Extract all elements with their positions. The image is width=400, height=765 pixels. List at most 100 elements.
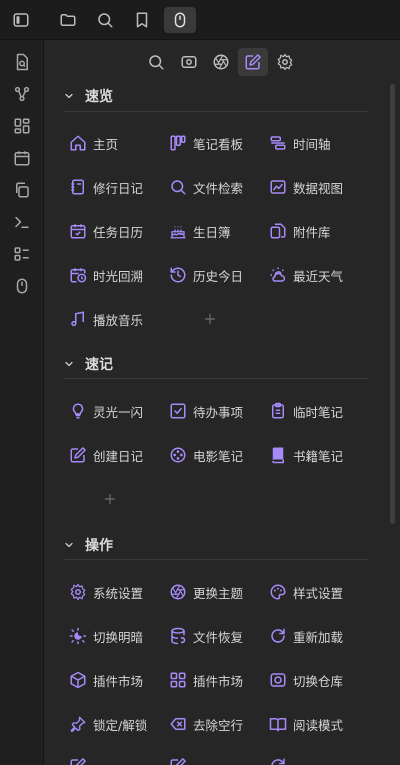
diary-icon [69, 178, 87, 196]
item-label: 待办事项 [193, 404, 244, 420]
item-partial-row[interactable] [269, 754, 287, 765]
add-overview-item-button[interactable] [200, 309, 220, 329]
ribbon-list-check[interactable] [10, 242, 34, 266]
edit-icon [169, 757, 187, 765]
database-restore-icon [169, 627, 187, 645]
view-theme-button[interactable] [206, 48, 236, 76]
item-home[interactable]: 主页 [69, 131, 118, 155]
item-label: 文件恢复 [193, 629, 244, 645]
section-header-actions[interactable]: 操作 [63, 533, 113, 557]
timeline-icon [269, 134, 287, 152]
item-todo[interactable]: 待办事项 [169, 399, 243, 423]
item-timeline[interactable]: 时间轴 [269, 131, 331, 155]
file-search-icon [13, 53, 31, 71]
plus-icon [203, 312, 217, 326]
calendar-icon [13, 149, 31, 167]
item-label: 系统设置 [93, 585, 144, 601]
reload-icon [269, 757, 287, 765]
list-check-icon [13, 245, 31, 263]
item-change-theme[interactable]: 更换主题 [169, 580, 243, 604]
scrollbar-thumb[interactable] [390, 84, 395, 524]
view-switcher [45, 48, 385, 76]
add-quick-note-button[interactable] [100, 489, 120, 509]
item-style-settings[interactable]: 样式设置 [269, 580, 343, 604]
lightbulb-icon [69, 402, 87, 420]
film-reel-icon [169, 446, 187, 464]
item-create-diary[interactable]: 创建日记 [69, 443, 143, 467]
item-label: 临时笔记 [293, 404, 344, 420]
item-attachments[interactable]: 附件库 [269, 219, 331, 243]
section-header-overview[interactable]: 速览 [63, 84, 113, 108]
bookmark-icon [133, 11, 151, 29]
item-kanban[interactable]: 笔记看板 [169, 131, 243, 155]
item-data-view[interactable]: 数据视图 [269, 175, 343, 199]
ribbon-copy[interactable] [10, 178, 34, 202]
item-inspiration[interactable]: 灵光一闪 [69, 399, 143, 423]
palette-icon [269, 583, 287, 601]
item-lock-unlock[interactable]: 锁定/解锁 [69, 712, 147, 736]
item-task-calendar[interactable]: 任务日历 [69, 219, 143, 243]
file-explorer-button[interactable] [55, 7, 81, 33]
sun-moon-icon [69, 627, 87, 645]
item-label: 历史今日 [193, 268, 244, 284]
eye-frame-icon [180, 53, 198, 71]
clipboard-icon [269, 402, 287, 420]
main-panel: 速览 主页 笔记看板 时间轴 修行日记 文件检索 数据视图 任务日历 生日簿 附… [45, 40, 400, 765]
item-system-settings[interactable]: 系统设置 [69, 580, 143, 604]
chevron-down-icon [63, 358, 75, 370]
item-reading-mode[interactable]: 阅读模式 [269, 712, 343, 736]
folder-icon [59, 11, 77, 29]
item-history-today[interactable]: 历史今日 [169, 263, 243, 287]
item-plugin-market-1[interactable]: 插件市场 [69, 668, 143, 692]
section-title: 速览 [85, 89, 113, 105]
cake-icon [169, 222, 187, 240]
mouse-icon [13, 277, 31, 295]
book-icon [269, 446, 287, 464]
mouse-view-button[interactable] [164, 7, 196, 33]
ribbon-mouse[interactable] [10, 274, 34, 298]
ribbon-graph[interactable] [10, 82, 34, 106]
edit-icon [244, 53, 262, 71]
item-movie-note[interactable]: 电影笔记 [169, 443, 243, 467]
view-search-button[interactable] [141, 48, 171, 76]
view-preview-button[interactable] [174, 48, 204, 76]
item-plugin-market-2[interactable]: 插件市场 [169, 668, 243, 692]
ribbon-calendar[interactable] [10, 146, 34, 170]
item-diary[interactable]: 修行日记 [69, 175, 143, 199]
item-label: 笔记看板 [193, 136, 244, 152]
item-label: 插件市场 [93, 673, 144, 689]
ribbon-dashboard[interactable] [10, 114, 34, 138]
home-icon [69, 134, 87, 152]
item-temp-note[interactable]: 临时笔记 [269, 399, 343, 423]
ribbon-file-search[interactable] [10, 50, 34, 74]
ribbon-terminal[interactable] [10, 210, 34, 234]
item-toggle-dark-mode[interactable]: 切换明暗 [69, 624, 143, 648]
reload-icon [269, 627, 287, 645]
mouse-icon [171, 11, 189, 29]
vault-switch-icon [269, 671, 287, 689]
item-birthday[interactable]: 生日簿 [169, 219, 231, 243]
plus-icon [103, 492, 117, 506]
search-button[interactable] [92, 7, 118, 33]
view-settings-button[interactable] [270, 48, 300, 76]
item-reload[interactable]: 重新加载 [269, 624, 343, 648]
pin-icon [69, 715, 87, 733]
toggle-sidebar-button[interactable] [8, 7, 34, 33]
item-partial-row[interactable] [169, 754, 187, 765]
divider [63, 378, 368, 379]
item-file-search[interactable]: 文件检索 [169, 175, 243, 199]
item-play-music[interactable]: 播放音乐 [69, 307, 143, 331]
item-remove-blank-lines[interactable]: 去除空行 [169, 712, 243, 736]
chevron-down-icon [63, 90, 75, 102]
item-file-recovery[interactable]: 文件恢复 [169, 624, 243, 648]
item-label: 切换仓库 [293, 673, 344, 689]
bookmarks-button[interactable] [129, 7, 155, 33]
section-header-quick-notes[interactable]: 速记 [63, 352, 113, 376]
item-book-note[interactable]: 书籍笔记 [269, 443, 343, 467]
item-label: 最近天气 [293, 268, 344, 284]
item-partial-row[interactable] [69, 754, 87, 765]
item-weather[interactable]: 最近天气 [269, 263, 343, 287]
item-switch-vault[interactable]: 切换仓库 [269, 668, 343, 692]
view-edit-button[interactable] [238, 48, 268, 76]
item-time-travel[interactable]: 时光回溯 [69, 263, 143, 287]
